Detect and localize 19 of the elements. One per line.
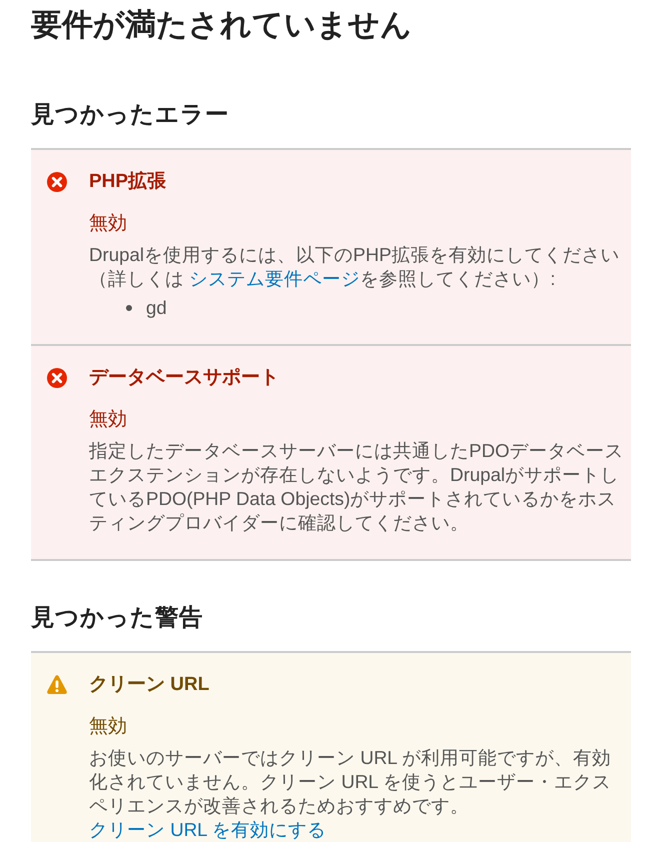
description-text: Drupalを使用するには、以下のPHP拡張を有効にしてください（詳しくは システム要件ページ を参照してください）: <box>89 243 620 291</box>
text-link[interactable]: システム要件ページ <box>189 268 360 289</box>
message-title: クリーン URL <box>89 673 210 697</box>
text-link[interactable]: クリーン URL を有効にする <box>89 819 326 840</box>
description-text: お使いのサーバーではクリーン URL が利用可能ですが、有効化されていません。クリーン URL を使うとユーザー・エクスペリエンスが改善されるためおすすめです。 クリーン URL を有効にする <box>89 746 612 842</box>
status-text: 無効 <box>89 715 127 739</box>
status-text: 無効 <box>89 212 127 236</box>
description-text: 指定したデータベースサーバーには共通したPDOデータベースエクステンションが存在しないようです。DrupalがサポートしているPDO(PHP Data Objects)がサポートされているかをホスティングプロバイダーに確認してください。 <box>89 439 624 535</box>
message-title: データベースサポート <box>89 366 280 390</box>
section-heading: 見つかったエラー <box>31 100 230 129</box>
bullet-icon <box>126 305 132 311</box>
warning-icon <box>47 675 67 694</box>
status-text: 無効 <box>89 408 127 432</box>
page-title: 要件が満たされていません <box>31 7 413 43</box>
list-item-text: gd <box>146 296 167 320</box>
section-heading: 見つかった警告 <box>31 603 204 632</box>
message-title: PHP拡張 <box>89 170 168 194</box>
error-icon <box>47 368 67 388</box>
error-icon <box>47 172 67 192</box>
